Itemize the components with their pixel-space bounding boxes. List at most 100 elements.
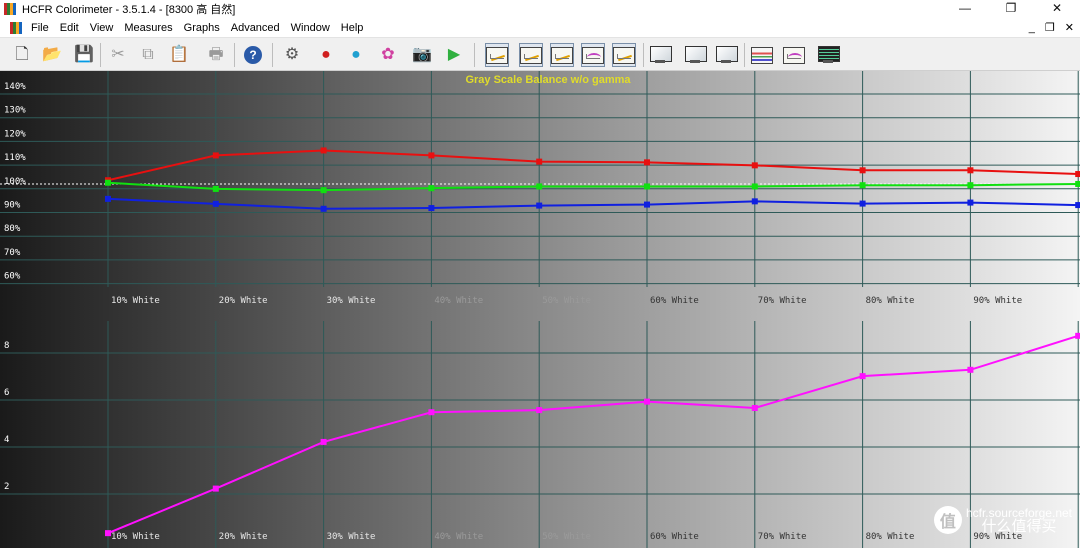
luminance-graph-icon [486,46,508,64]
toolbar-separator [272,43,273,67]
colors-list-button[interactable] [750,43,774,67]
series-point [859,200,866,207]
series-point [105,179,111,186]
y-tick-label: 70% [4,248,21,258]
measure-secondaries-button[interactable]: ● [344,43,368,67]
colors-list-icon [751,46,773,64]
x-category-label: 80% White [866,296,915,306]
y-tick-label: 100% [4,177,26,187]
saturation-view-button[interactable] [714,43,738,67]
menu-graphs[interactable]: Graphs [179,22,226,34]
x-category-label: 30% White [327,532,376,542]
x-category-label: 20% White [219,532,268,542]
menu-edit[interactable]: Edit [55,22,85,34]
camera-button[interactable]: 📷 [410,43,434,67]
x-category-label: 10% White [111,532,160,542]
open-folder-button[interactable]: 📂 [40,43,64,67]
measure-primaries-button[interactable]: ● [314,43,338,67]
x-category-label: 70% White [758,296,807,306]
deltae-graph-button[interactable] [612,43,636,67]
dark-monitor-icon [817,46,840,64]
toolbar-separator [234,43,235,67]
menu-measures[interactable]: Measures [119,22,178,34]
series-point [1075,332,1080,339]
measures-view-button[interactable] [683,43,707,67]
menu-advanced[interactable]: Advanced [226,22,286,34]
series-point [751,183,758,190]
toolbar-separator [744,43,745,67]
x-category-label: 70% White [758,532,807,542]
minimize-button[interactable]: — [942,0,988,18]
play-icon: ▶ [447,46,461,63]
gamma-graph-button[interactable] [519,43,543,67]
watermark-logo: 值 [933,506,962,534]
x-category-label: 90% White [973,296,1022,306]
x-category-label: 60% White [650,532,699,542]
restore-button[interactable]: ❐ [988,0,1034,18]
menu-window[interactable]: Window [286,22,336,34]
measure-saturation-icon: ✿ [381,46,395,63]
rgb-levels-graph-button[interactable] [550,43,574,67]
colortemp-graph-button[interactable] [581,43,605,67]
series-point [428,205,435,212]
gray-scale-chart: 140% 130% 120% 110% 100% 90% 80% 70% 60% 10% Whit… [0,71,1080,548]
series-point [859,167,866,174]
toolbar-separator [643,43,644,67]
y-tick-label: 120% [4,129,26,139]
cut-button[interactable]: ✂ [106,43,130,67]
document-icon[interactable] [10,21,22,34]
series-point [320,147,327,154]
series-point [751,162,758,169]
y-tick-label: 130% [4,106,26,116]
print-icon: 🖶 [208,46,224,63]
mdi-close-button[interactable]: ✕ [1065,21,1074,34]
series-point [212,152,219,159]
series-point [105,195,111,202]
measure-gray-button[interactable]: ⚙ [280,43,304,67]
series-point [1075,171,1080,178]
menu-help[interactable]: Help [336,22,370,34]
gamma-graph-icon [520,46,542,64]
camera-icon: 📷 [412,46,432,63]
mdi-minimize-button[interactable]: _ [1029,22,1035,34]
mdi-restore-button[interactable]: ❐ [1045,21,1055,34]
series-point [212,485,219,492]
series-point [1075,180,1080,187]
paste-button[interactable]: 📋 [167,43,191,67]
saturation-monitor-icon [715,46,738,64]
measure-saturation-button[interactable]: ✿ [376,43,400,67]
x-category-label: 40% White [434,532,483,542]
x-category-label: 80% White [866,532,915,542]
print-button[interactable]: 🖶 [204,43,228,67]
menu-view[interactable]: View [85,22,120,34]
series-point [536,202,543,209]
series-point [967,182,974,189]
cie-diagram-button[interactable] [648,43,672,67]
y-tick-label: 4 [4,435,9,445]
series-point [320,205,327,212]
save-disk-button[interactable]: 💾 [72,43,96,67]
play-button[interactable]: ▶ [442,43,466,67]
dark-monitor-button[interactable] [816,43,840,67]
series-point [859,373,866,380]
series-point [644,201,650,208]
help-icon: ? [244,46,262,64]
near-black-icon [783,46,805,64]
close-button[interactable]: ✕ [1034,0,1080,18]
menu-file[interactable]: File [26,22,55,34]
x-category-label: 50% White [542,296,591,306]
series-point [644,398,650,405]
copy-button[interactable]: ⧉ [136,43,160,67]
x-category-label: 40% White [434,296,483,306]
x-category-label: 30% White [327,296,376,306]
new-document-button[interactable]: 🗋 [10,43,34,67]
series-point [1075,202,1080,209]
series-point [859,182,866,189]
series-point [536,407,543,414]
series-point [212,200,219,207]
near-black-button[interactable] [782,43,806,67]
window-title: HCFR Colorimeter - 3.5.1.4 - [8300 高 自然] [22,4,236,16]
luminance-graph-button[interactable] [485,43,509,67]
copy-icon: ⧉ [142,46,154,63]
help-button[interactable]: ? [241,43,265,67]
